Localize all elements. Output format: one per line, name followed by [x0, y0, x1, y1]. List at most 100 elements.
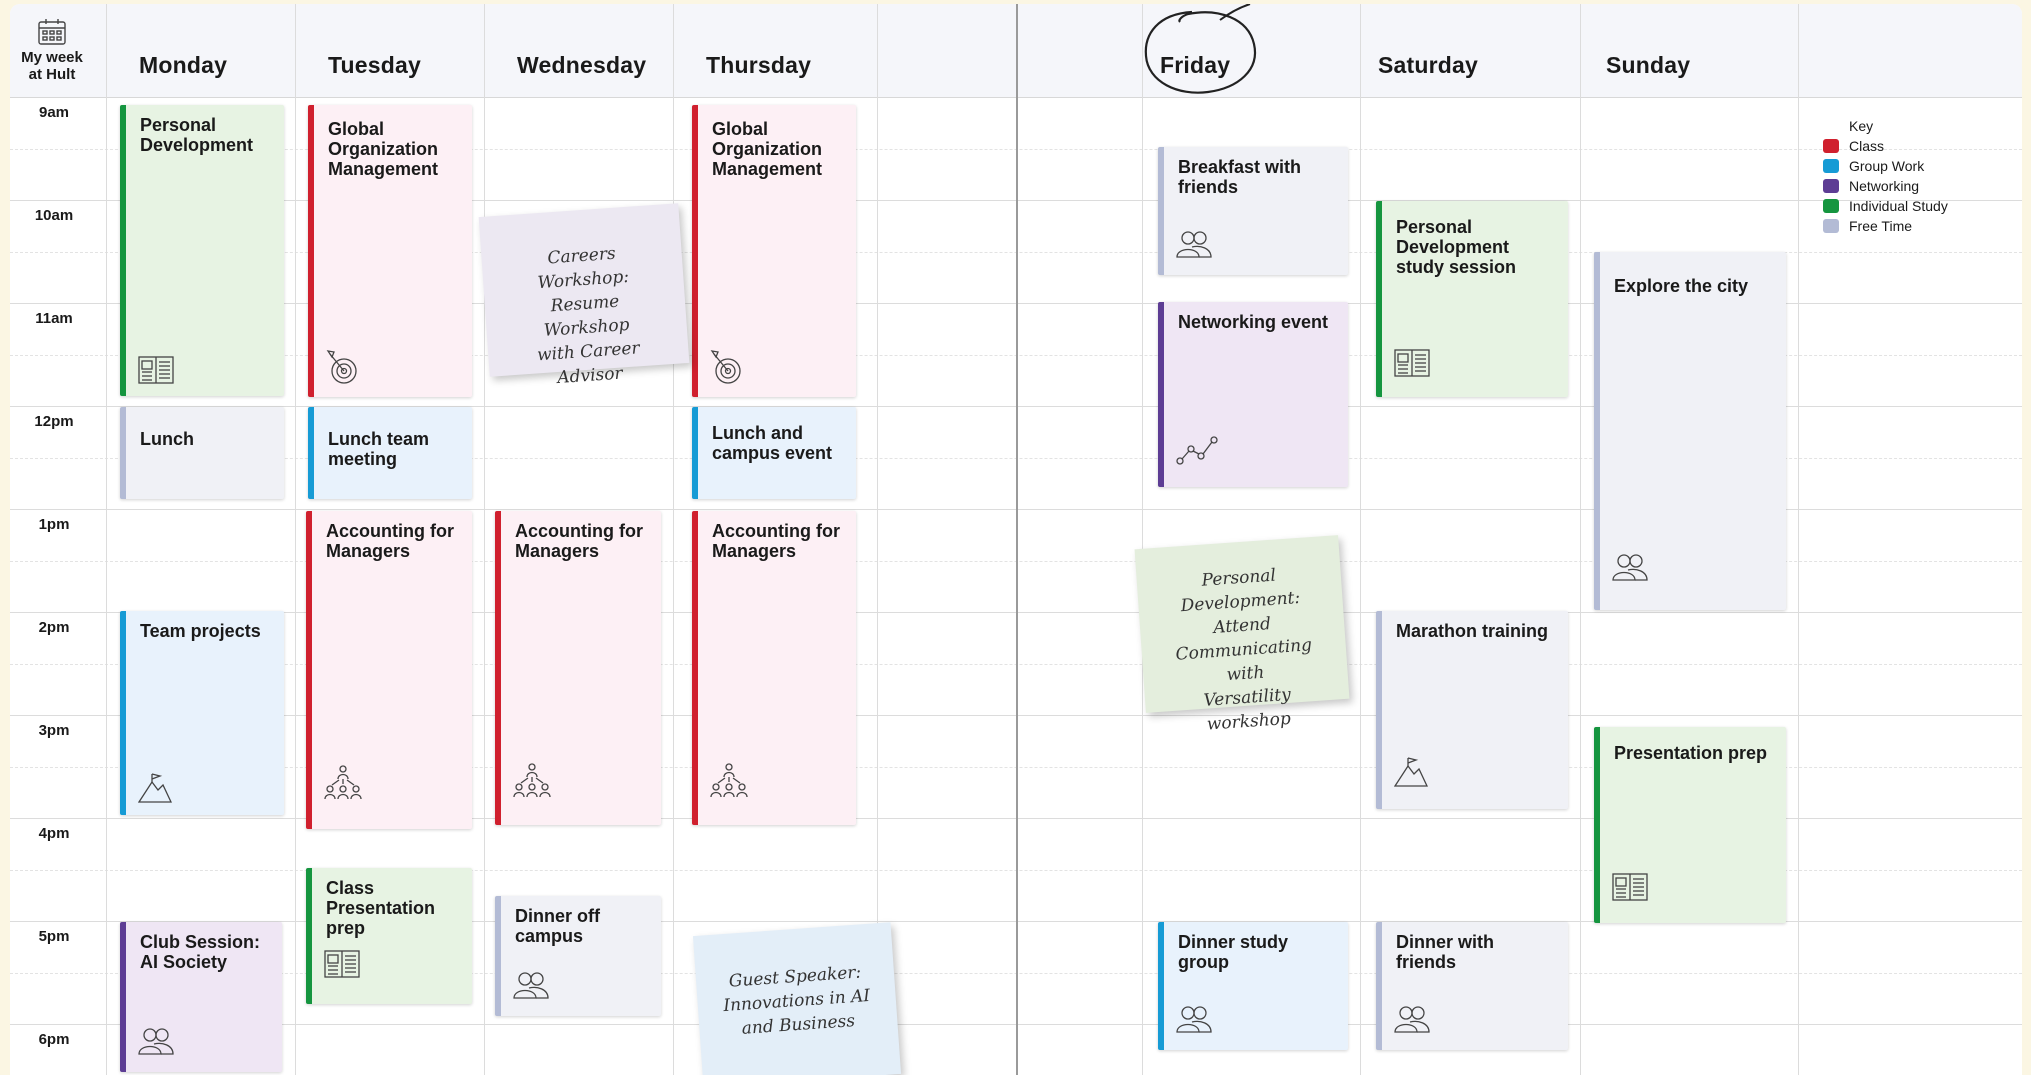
- day-header-sunday: Sunday: [1606, 52, 1691, 78]
- planner-spine: [1016, 4, 1018, 1075]
- time-label: 2pm: [38, 619, 70, 636]
- event-thursday-global-organization[interactable]: Global Organization Management: [692, 105, 856, 397]
- event-title: Club Session: AI Society: [140, 932, 261, 972]
- column-line: [1142, 4, 1143, 1075]
- event-title: Personal Development: [140, 115, 254, 155]
- team-hierarchy-icon: [513, 763, 551, 799]
- legend-item: Individual Study: [1810, 196, 1948, 216]
- time-label: 12pm: [34, 413, 74, 430]
- event-monday-team-projects[interactable]: Team projects: [120, 611, 284, 815]
- legend-key: Key Class Group Work Networking Individu…: [1810, 116, 1948, 236]
- column-line: [877, 4, 878, 1075]
- legend-label: Class: [1849, 138, 1885, 154]
- event-monday-personal-development[interactable]: Personal Development: [120, 105, 284, 396]
- event-wednesday-accounting[interactable]: Accounting for Managers: [495, 511, 661, 825]
- weekly-planner: My week at Hult Monday Tuesday Wednesday…: [10, 4, 2022, 1075]
- event-wednesday-dinner-off-campus[interactable]: Dinner off campus: [495, 896, 661, 1016]
- legend-item: Group Work: [1810, 156, 1948, 176]
- event-friday-dinner-study-group[interactable]: Dinner study group: [1158, 922, 1348, 1050]
- note-line: with Career Advisor: [536, 338, 641, 389]
- swatch: [1823, 179, 1839, 193]
- event-tuesday-class-presentation-prep[interactable]: Class Presentation prep: [306, 868, 472, 1004]
- event-title: Global Organization Management: [712, 119, 823, 179]
- legend-label: Individual Study: [1849, 198, 1948, 214]
- event-title: Presentation prep: [1614, 743, 1768, 763]
- event-thursday-accounting[interactable]: Accounting for Managers: [692, 511, 856, 825]
- legend-label: Free Time: [1849, 218, 1913, 234]
- book-icon: [324, 950, 360, 978]
- people-icon: [1394, 1004, 1430, 1034]
- time-label: 4pm: [38, 825, 70, 842]
- sticky-note-personal-development: Personal Development: Attend Communicati…: [1134, 535, 1350, 735]
- calendar-icon: [38, 19, 66, 45]
- team-hierarchy-icon: [324, 765, 362, 801]
- column-line: [295, 4, 296, 1075]
- event-sunday-presentation-prep[interactable]: Presentation prep: [1594, 727, 1786, 923]
- people-icon: [1176, 1004, 1212, 1034]
- time-label: 3pm: [38, 722, 70, 739]
- event-title: Breakfast with friends: [1178, 157, 1302, 197]
- event-title: Lunch: [140, 429, 194, 449]
- day-header-monday: Monday: [139, 52, 228, 78]
- time-label: 5pm: [38, 928, 70, 945]
- legend-label: Group Work: [1849, 158, 1925, 174]
- column-line: [484, 4, 485, 1075]
- column-line: [1798, 4, 1799, 1075]
- event-saturday-personal-development-study[interactable]: Personal Development study session: [1376, 201, 1568, 397]
- swatch: [1823, 139, 1839, 153]
- event-title: Marathon training: [1396, 621, 1548, 641]
- event-title: Networking event: [1178, 312, 1329, 332]
- people-icon: [513, 970, 549, 1000]
- event-title: Personal Development study session: [1396, 217, 1517, 277]
- event-friday-breakfast[interactable]: Breakfast with friends: [1158, 147, 1348, 275]
- event-title: Accounting for Managers: [515, 521, 643, 561]
- time-label: 11am: [35, 310, 73, 327]
- event-title: Dinner off campus: [515, 906, 600, 946]
- legend-title: Key: [1849, 118, 1874, 134]
- people-icon: [1176, 229, 1212, 259]
- column-line: [1360, 4, 1361, 1075]
- mountain-flag-icon: [1394, 757, 1428, 787]
- day-header-thursday: Thursday: [706, 52, 812, 78]
- swatch: [1823, 159, 1839, 173]
- event-tuesday-lunch-team-meeting[interactable]: Lunch team meeting: [308, 407, 472, 499]
- team-hierarchy-icon: [710, 763, 748, 799]
- day-header-saturday: Saturday: [1378, 52, 1479, 78]
- legend-item: Free Time: [1810, 216, 1948, 236]
- swatch: [1823, 199, 1839, 213]
- event-tuesday-global-organization[interactable]: Global Organization Management: [308, 105, 472, 397]
- column-line: [673, 4, 674, 1075]
- network-chart-icon: [1176, 435, 1218, 465]
- target-icon: [710, 349, 742, 385]
- event-saturday-marathon-training[interactable]: Marathon training: [1376, 611, 1568, 809]
- event-friday-networking[interactable]: Networking event: [1158, 302, 1348, 487]
- time-label: 10am: [34, 207, 74, 224]
- event-title: Explore the city: [1614, 276, 1749, 296]
- day-header-wednesday: Wednesday: [517, 52, 647, 78]
- column-line: [106, 4, 107, 1075]
- event-title: Global Organization Management: [328, 119, 439, 179]
- mountain-flag-icon: [138, 773, 172, 803]
- target-icon: [326, 349, 358, 385]
- legend-label: Networking: [1849, 178, 1920, 194]
- time-label: 9am: [38, 104, 70, 121]
- planner-corner: My week at Hult: [16, 18, 88, 83]
- people-icon: [138, 1026, 174, 1056]
- book-icon: [1394, 349, 1430, 377]
- legend-item: Class: [1810, 136, 1948, 156]
- day-header-tuesday: Tuesday: [328, 52, 422, 78]
- event-monday-club-session[interactable]: Club Session: AI Society: [120, 922, 282, 1072]
- sticky-note-guest-speaker: Guest Speaker: Innovations in AI and Bus…: [692, 922, 902, 1075]
- event-tuesday-accounting[interactable]: Accounting for Managers: [306, 511, 472, 829]
- event-title: Accounting for Managers: [712, 521, 840, 561]
- event-monday-lunch[interactable]: Lunch: [120, 407, 284, 499]
- time-label: 6pm: [38, 1031, 70, 1048]
- event-thursday-lunch-campus-event[interactable]: Lunch and campus event: [692, 407, 856, 499]
- event-title: Class Presentation prep: [326, 878, 436, 938]
- event-title: Lunch team meeting: [328, 429, 430, 469]
- event-saturday-dinner-with-friends[interactable]: Dinner with friends: [1376, 922, 1568, 1050]
- event-title: Lunch and campus event: [712, 423, 833, 463]
- event-sunday-explore-city[interactable]: Explore the city: [1594, 252, 1786, 610]
- book-icon: [1612, 873, 1648, 901]
- column-line: [1580, 4, 1581, 1075]
